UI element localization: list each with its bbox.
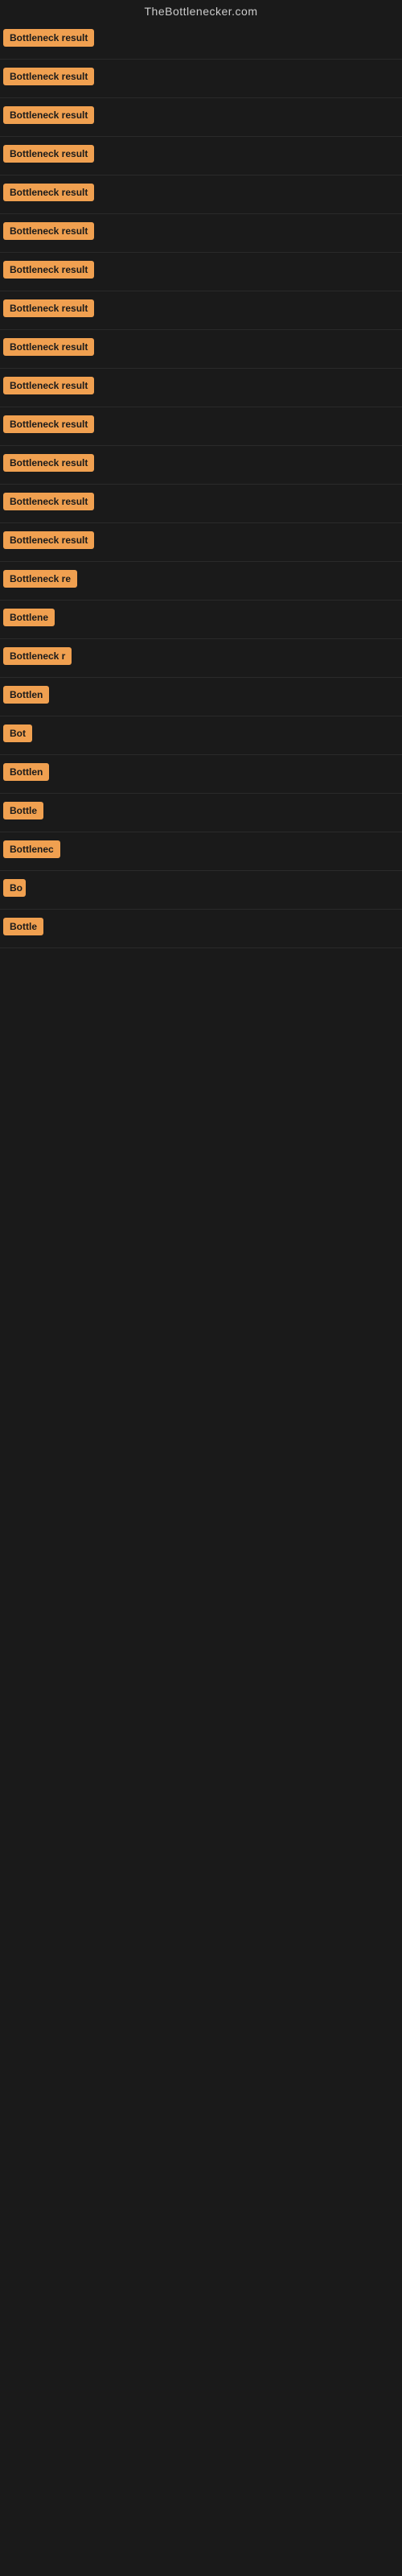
list-item: Bottleneck result [0, 485, 402, 523]
list-item: Bottle [0, 910, 402, 948]
list-item: Bottleneck result [0, 253, 402, 291]
results-list: Bottleneck result Bottleneck result Bottle… [0, 21, 402, 948]
list-item: Bottleneck r [0, 639, 402, 678]
bottleneck-badge[interactable]: Bottleneck result [3, 454, 94, 472]
bottleneck-badge[interactable]: Bottleneck result [3, 68, 94, 85]
list-item: Bottlen [0, 755, 402, 794]
bottleneck-badge[interactable]: Bottlenec [3, 840, 60, 858]
bottleneck-badge[interactable]: Bottle [3, 918, 43, 935]
list-item: Bottleneck result [0, 214, 402, 253]
bottleneck-badge[interactable]: Bottleneck result [3, 415, 94, 433]
bottleneck-badge[interactable]: Bottle [3, 802, 43, 819]
list-item: Bottleneck re [0, 562, 402, 601]
list-item: Bottleneck result [0, 98, 402, 137]
bottleneck-badge[interactable]: Bottleneck result [3, 299, 94, 317]
bottleneck-badge[interactable]: Bottleneck result [3, 338, 94, 356]
bottleneck-badge[interactable]: Bot [3, 724, 32, 742]
bottleneck-badge[interactable]: Bottleneck result [3, 145, 94, 163]
list-item: Bottle [0, 794, 402, 832]
list-item: Bottlenec [0, 832, 402, 871]
list-item: Bottleneck result [0, 523, 402, 562]
bottleneck-badge[interactable]: Bottlen [3, 763, 49, 781]
list-item: Bot [0, 716, 402, 755]
page-container: TheBottlenecker.com Bottleneck resultBot… [0, 0, 402, 948]
list-item: Bottlene [0, 601, 402, 639]
list-item: Bottleneck result [0, 291, 402, 330]
bottleneck-badge[interactable]: Bottleneck result [3, 222, 94, 240]
bottleneck-badge[interactable]: Bottleneck re [3, 570, 77, 588]
site-title: TheBottlenecker.com [0, 0, 402, 21]
list-item: Bottleneck result [0, 446, 402, 485]
list-item: Bottleneck result [0, 137, 402, 175]
bottleneck-badge[interactable]: Bottlene [3, 609, 55, 626]
list-item: Bottleneck result [0, 330, 402, 369]
bottleneck-badge[interactable]: Bottlen [3, 686, 49, 704]
bottleneck-badge[interactable]: Bottleneck result [3, 493, 94, 510]
bottleneck-badge[interactable]: Bottleneck result [3, 184, 94, 201]
list-item: Bottleneck result [0, 60, 402, 98]
list-item: Bottleneck result [0, 21, 402, 60]
bottleneck-badge[interactable]: Bottleneck result [3, 29, 94, 47]
bottleneck-badge[interactable]: Bottleneck result [3, 261, 94, 279]
bottleneck-badge[interactable]: Bottleneck result [3, 106, 94, 124]
bottleneck-badge[interactable]: Bottleneck result [3, 531, 94, 549]
bottleneck-badge[interactable]: Bottleneck r [3, 647, 72, 665]
list-item: Bottlen [0, 678, 402, 716]
bottleneck-badge[interactable]: Bottleneck result [3, 377, 94, 394]
bottleneck-badge[interactable]: Bo [3, 879, 26, 897]
list-item: Bottleneck result [0, 407, 402, 446]
list-item: Bottleneck result [0, 369, 402, 407]
list-item: Bo [0, 871, 402, 910]
list-item: Bottleneck result [0, 175, 402, 214]
